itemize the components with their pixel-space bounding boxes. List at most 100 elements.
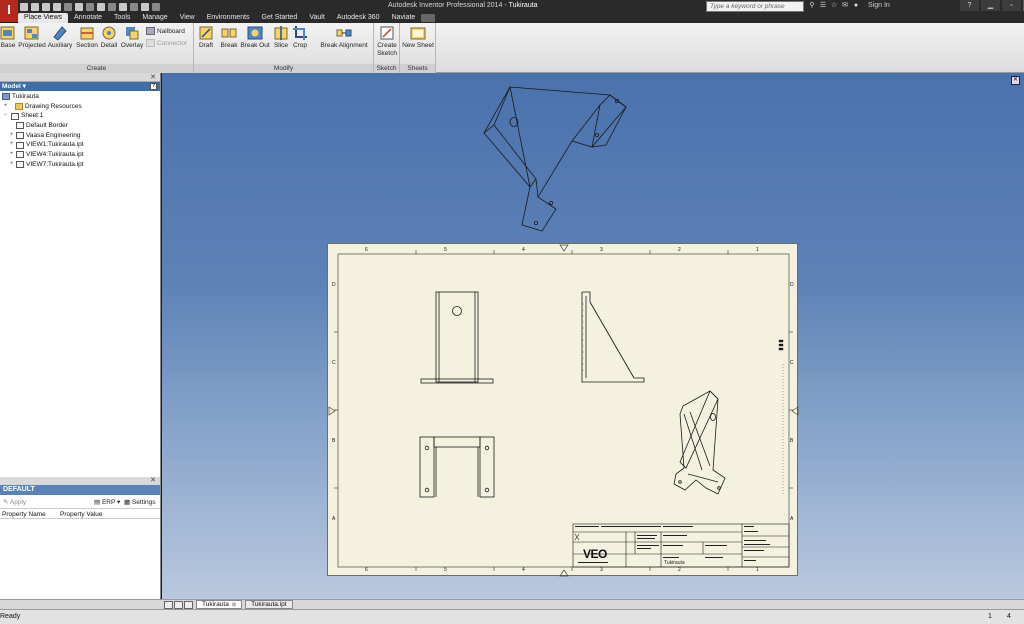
break-alignment-icon [336,25,352,41]
subscription-icon[interactable]: ☰ [819,1,827,10]
expand-icon[interactable]: + [2,102,9,112]
projected-view-button[interactable]: Projected [18,25,46,50]
help-button[interactable]: ? [960,0,979,11]
nailboard-label: Nailboard [157,27,185,35]
tab-get-started[interactable]: Get Started [256,13,304,23]
nailboard-button[interactable]: Nailboard [146,27,185,35]
document-tab-part[interactable]: Tukirauta.ipt [245,600,293,609]
update-icon[interactable] [108,2,116,11]
open-icon[interactable] [31,2,39,11]
expand-icon[interactable]: + [8,150,15,160]
tree-node-view1[interactable]: + VIEW1:Tukirauta.ipt [2,140,160,150]
connector-button[interactable]: Connector [146,39,187,47]
application-menu-button[interactable]: I [0,0,18,22]
zone-label-top: 2 [678,247,681,253]
select-icon[interactable] [97,2,105,11]
undo-icon[interactable] [53,2,61,11]
save-icon[interactable] [42,2,50,11]
expand-icon[interactable]: + [8,160,15,170]
collapse-icon[interactable]: − [2,111,9,121]
sign-in-link[interactable]: Sign In [868,2,890,9]
document-list-icon[interactable] [184,600,193,609]
tab-view[interactable]: View [174,13,201,23]
break-out-button[interactable]: Break Out [239,25,271,50]
folder-icon [15,103,23,111]
tree-node-root[interactable]: Tukirauta [2,92,160,102]
erp-button[interactable]: ▤ ERP ▾ [94,498,120,506]
browser-filter-icon[interactable]: ? [150,83,157,90]
canvas-close-icon[interactable]: ✕ [1011,76,1020,85]
tree-node-title-block[interactable]: + Vaasa Engineering [2,131,160,141]
ribbon-options-icon[interactable] [421,14,436,22]
connector-icon [146,39,155,47]
tree-node-sheet[interactable]: − Sheet:1 [2,111,160,121]
document-tab-label: Tukirauta.ipt [251,601,287,608]
section-view-button[interactable]: Section [75,25,99,50]
user-icon[interactable]: ● [852,1,860,10]
communication-icon[interactable]: ✉ [841,1,849,10]
close-icon[interactable]: ✕ [150,476,156,484]
cascade-windows-icon[interactable] [174,600,183,609]
favorites-icon[interactable]: ☆ [830,1,838,10]
property-value-header[interactable]: Property Value [60,511,103,518]
apply-button[interactable]: ✎ Apply [3,498,26,506]
document-tab-label: Tukirauta [202,601,229,608]
new-icon[interactable] [20,2,28,11]
tree-node-default-border[interactable]: Default Border [2,121,160,131]
create-sketch-icon [379,25,395,41]
auxiliary-view-label: Auxiliary [47,42,73,49]
document-tab-drawing[interactable]: Tukirauta ⊠ [196,600,243,609]
appearance-icon[interactable] [141,2,149,11]
tab-autodesk-360[interactable]: Autodesk 360 [331,13,386,23]
break-label: Break [220,42,238,49]
binoculars-icon[interactable]: ⚲ [808,1,816,10]
tab-environments[interactable]: Environments [201,13,256,23]
app-title: Autodesk Inventor Professional 2014 [388,2,503,9]
drawing-sheet[interactable]: VEO Tukirauta 6 5 4 3 2 1 6 5 4 3 2 1 D … [327,243,799,577]
tab-place-views[interactable]: Place Views [18,13,69,23]
material-icon[interactable] [130,2,138,11]
overlay-view-button[interactable]: Overlay [120,25,144,50]
zone-label-top: 4 [522,247,525,253]
break-alignment-button[interactable]: Break Alignment [318,25,370,50]
base-view-preview [483,85,627,232]
tile-windows-icon[interactable] [164,600,173,609]
auxiliary-view-button[interactable]: Auxiliary [47,25,73,50]
property-name-header[interactable]: Property Name [2,511,46,518]
tree-node-view4[interactable]: + VIEW4:Tukirauta.ipt [2,150,160,160]
close-icon[interactable]: ✕ [150,73,156,82]
measure-icon[interactable] [119,2,127,11]
print-icon[interactable] [75,2,83,11]
tree-node-view7[interactable]: + VIEW7:Tukirauta.ipt [2,160,160,170]
base-view-button[interactable]: Base [0,25,16,50]
drawing-canvas[interactable]: ✕ VEO Tukirauta 6 5 4 3 2 1 6 5 4 3 2 1 … [162,73,1024,599]
close-tab-icon[interactable]: ⊠ [232,602,236,608]
create-sketch-button[interactable]: Create Sketch [376,25,398,58]
return-icon[interactable] [86,2,94,11]
minimize-button[interactable]: ▁ [981,0,1000,11]
document-tab-bar: Tukirauta ⊠ Tukirauta.ipt [162,599,1024,609]
expand-icon[interactable]: + [8,140,15,150]
settings-button[interactable]: ▦ Settings [124,498,155,506]
draft-view-icon [198,25,214,41]
slice-button[interactable]: Slice [272,25,290,50]
tab-manage[interactable]: Manage [136,13,173,23]
tab-tools[interactable]: Tools [108,13,136,23]
new-sheet-button[interactable]: New Sheet [401,25,435,50]
tab-annotate[interactable]: Annotate [68,13,108,23]
break-button[interactable]: Break [219,25,239,50]
browser-header[interactable]: Model ▾ ? [0,82,160,91]
tree-node-drawing-resources[interactable]: + Drawing Resources [2,102,160,112]
tab-vault[interactable]: Vault [303,13,330,23]
help-search-input[interactable]: Type a keyword or phrase [706,1,804,12]
maximize-button[interactable]: ▫ [1002,0,1021,11]
redo-icon[interactable] [64,2,72,11]
expand-icon[interactable]: + [8,131,15,141]
detail-view-button[interactable]: Detail [100,25,118,50]
draft-view-button[interactable]: Draft [197,25,215,50]
tree-node-label: VIEW1:Tukirauta.ipt [26,141,84,149]
customize-icon[interactable] [152,2,160,11]
crop-button[interactable]: Crop [291,25,309,50]
break-alignment-label: Break Alignment [320,42,368,49]
tab-naviate[interactable]: Naviate [386,13,422,23]
